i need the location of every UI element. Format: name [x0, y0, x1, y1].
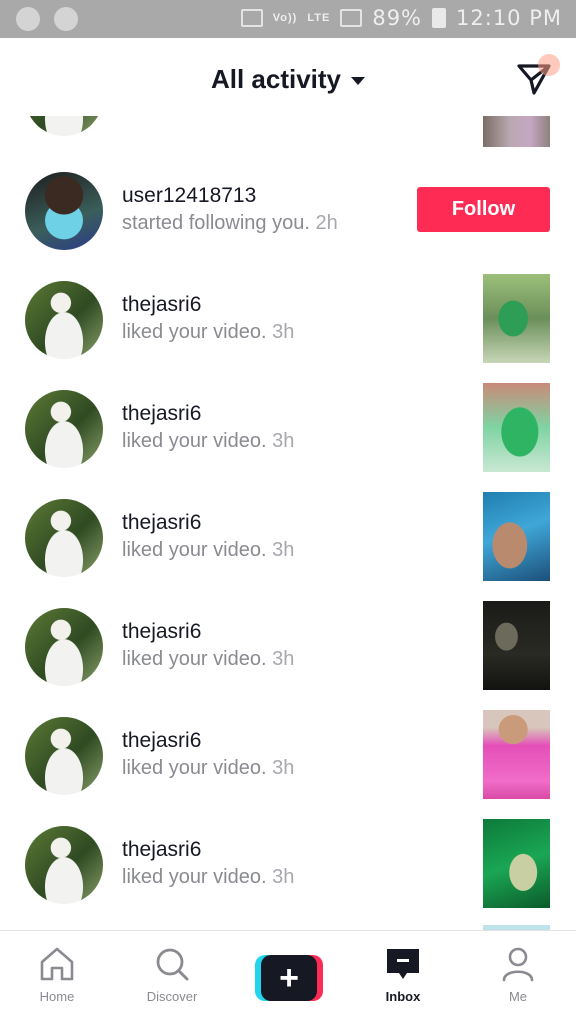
avatar[interactable]: [25, 390, 103, 468]
activity-text: liked your video. 3h: [122, 430, 294, 453]
nav-home-label: Home: [39, 989, 75, 1004]
nav-discover[interactable]: Discover: [122, 945, 222, 1015]
create-button[interactable]: +: [255, 955, 323, 1001]
activity-text: liked your video. 3h: [122, 539, 294, 562]
activity-time: 3h: [272, 648, 295, 670]
notification-icon: [16, 7, 40, 31]
home-icon: [40, 947, 74, 981]
activity-action: liked your video.: [122, 866, 267, 888]
avatar[interactable]: [25, 499, 103, 577]
username[interactable]: thejasri6: [122, 511, 201, 535]
username[interactable]: thejasri6: [122, 838, 201, 862]
battery-percent: 89%: [372, 6, 423, 30]
avatar[interactable]: [25, 717, 103, 795]
profile-icon: [502, 947, 534, 982]
activity-time: 3h: [272, 866, 295, 888]
activity-text: liked your video. 3h: [122, 757, 294, 780]
list-item[interactable]: [0, 116, 576, 173]
new-message-indicator: [538, 54, 560, 76]
notification-icon: [54, 7, 78, 31]
nav-discover-label: Discover: [146, 989, 198, 1004]
status-system-icons: Vo)) LTE 89% 12:10 PM: [240, 6, 562, 30]
clock: 12:10 PM: [456, 6, 562, 30]
avatar[interactable]: [25, 172, 103, 250]
avatar[interactable]: [25, 116, 103, 136]
video-thumbnail[interactable]: [483, 274, 550, 363]
bottom-nav: Home Discover + Inbox Me: [0, 930, 576, 1024]
video-thumbnail[interactable]: [483, 492, 550, 581]
volte-label: Vo)): [272, 11, 298, 24]
username[interactable]: user12418713: [122, 184, 256, 208]
search-icon: [156, 948, 189, 981]
list-item[interactable]: thejasri6 liked your video. 3h: [0, 819, 576, 930]
signal-icon: [340, 9, 363, 27]
activity-action: liked your video.: [122, 321, 267, 343]
list-item[interactable]: thejasri6 liked your video. 3h: [0, 492, 576, 604]
activity-list[interactable]: user12418713 started following you. 2h F…: [0, 116, 576, 930]
nav-inbox[interactable]: Inbox: [353, 945, 453, 1015]
nav-me-label: Me: [508, 989, 528, 1004]
activity-action: liked your video.: [122, 539, 267, 561]
username[interactable]: thejasri6: [122, 729, 201, 753]
activity-action: liked your video.: [122, 757, 267, 779]
list-item[interactable]: thejasri6 liked your video. 3h: [0, 383, 576, 495]
status-notification-icons: [16, 7, 78, 31]
caret-down-icon: [351, 76, 366, 85]
list-item[interactable]: user12418713 started following you. 2h F…: [0, 168, 576, 277]
activity-text: liked your video. 3h: [122, 648, 294, 671]
username[interactable]: thejasri6: [122, 620, 201, 644]
nav-home[interactable]: Home: [7, 945, 107, 1015]
cast-icon: [240, 9, 263, 27]
activity-time: 3h: [272, 321, 295, 343]
avatar[interactable]: [25, 608, 103, 686]
list-item[interactable]: thejasri6 liked your video. 3h: [0, 710, 576, 822]
activity-text: started following you. 2h: [122, 212, 338, 235]
inbox-icon: [387, 949, 419, 979]
plus-icon: +: [261, 955, 317, 1001]
activity-text: liked your video. 3h: [122, 866, 294, 889]
status-bar: Vo)) LTE 89% 12:10 PM: [0, 0, 576, 38]
activity-time: 3h: [272, 539, 295, 561]
list-item[interactable]: thejasri6 liked your video. 3h: [0, 274, 576, 386]
video-thumbnail[interactable]: [483, 710, 550, 799]
nav-me[interactable]: Me: [468, 945, 568, 1015]
page-title: All activity: [210, 64, 342, 94]
activity-action: liked your video.: [122, 648, 267, 670]
nav-inbox-label: Inbox: [385, 989, 421, 1004]
video-thumbnail[interactable]: [483, 116, 550, 147]
activity-time: 3h: [272, 430, 295, 452]
username[interactable]: thejasri6: [122, 293, 201, 317]
activity-filter-dropdown[interactable]: All activity: [0, 64, 576, 95]
activity-time: 3h: [272, 757, 295, 779]
avatar[interactable]: [25, 281, 103, 359]
battery-icon: [432, 8, 447, 28]
video-thumbnail[interactable]: [483, 601, 550, 690]
activity-text: liked your video. 3h: [122, 321, 294, 344]
lte-label: LTE: [307, 11, 331, 24]
avatar[interactable]: [25, 826, 103, 904]
follow-button[interactable]: Follow: [417, 187, 550, 232]
list-item[interactable]: thejasri6 liked your video. 3h: [0, 601, 576, 713]
activity-time: 2h: [315, 212, 338, 234]
inbox-header: All activity: [0, 38, 576, 116]
activity-action: liked your video.: [122, 430, 267, 452]
activity-action: started following you.: [122, 212, 310, 234]
direct-messages-button[interactable]: [514, 54, 560, 100]
username[interactable]: thejasri6: [122, 402, 201, 426]
video-thumbnail[interactable]: [483, 819, 550, 908]
video-thumbnail[interactable]: [483, 383, 550, 472]
